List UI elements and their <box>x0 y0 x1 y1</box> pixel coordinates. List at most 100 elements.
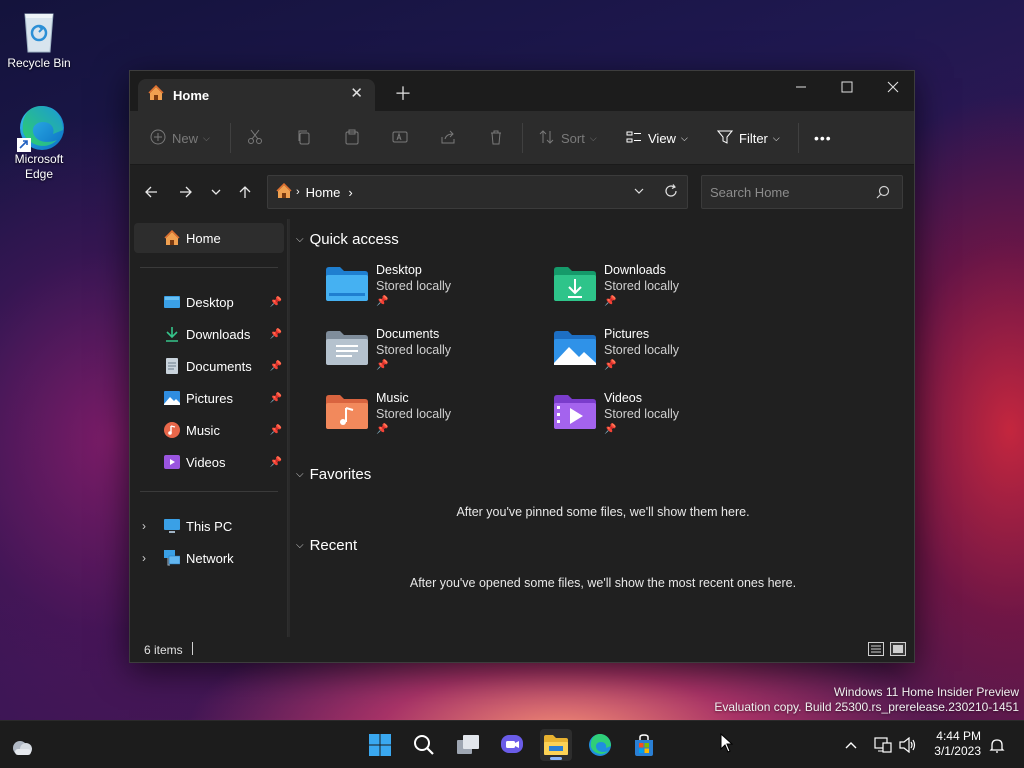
paste-button[interactable] <box>344 124 360 152</box>
breadcrumb-chevron-icon[interactable]: › <box>348 185 352 200</box>
expand-chevron-icon[interactable]: › <box>142 519 146 533</box>
network-status-icon[interactable] <box>873 735 893 755</box>
item-status: Stored locally <box>604 407 680 421</box>
store-icon[interactable] <box>628 729 660 761</box>
search-box[interactable] <box>701 175 903 209</box>
sidebar-item-videos[interactable]: Videos 📌 <box>134 447 284 477</box>
home-icon <box>276 182 292 202</box>
tiles-view-icon[interactable] <box>890 642 906 656</box>
quick-access-item-pictures[interactable]: Pictures Stored locally 📌 <box>554 327 774 383</box>
sidebar-item-label: Home <box>186 230 221 246</box>
divider <box>140 491 278 492</box>
volume-icon[interactable] <box>898 735 918 755</box>
forward-arrow-icon[interactable] <box>173 179 199 205</box>
sidebar-item-desktop[interactable]: Desktop 📌 <box>134 287 284 317</box>
share-button[interactable] <box>440 124 456 152</box>
chevron-down-icon: ⌵ <box>296 469 304 480</box>
file-explorer-icon[interactable] <box>540 729 572 761</box>
expand-chevron-icon[interactable]: › <box>142 551 146 565</box>
cut-button[interactable] <box>247 124 263 152</box>
sidebar-item-network[interactable]: › Network <box>134 543 284 573</box>
rename-icon <box>392 129 408 148</box>
pin-icon[interactable]: 📌 <box>270 329 282 340</box>
new-label: New <box>172 130 199 146</box>
details-view-icon[interactable] <box>868 642 884 656</box>
notification-center-icon[interactable] <box>987 735 1007 755</box>
sidebar-item-home[interactable]: Home <box>134 223 284 253</box>
pictures-icon <box>164 390 180 406</box>
filter-button[interactable]: Filter ⌵ <box>716 124 780 152</box>
sidebar-item-this-pc[interactable]: › This PC <box>134 511 284 541</box>
start-icon[interactable] <box>364 729 396 761</box>
sidebar-item-label: Downloads <box>186 326 251 342</box>
new-button[interactable]: New ⌵ <box>150 124 210 152</box>
up-arrow-icon[interactable] <box>232 179 258 205</box>
search-icon <box>876 185 890 202</box>
weather-icon[interactable] <box>6 731 38 763</box>
copy-button[interactable] <box>296 124 312 152</box>
quick-access-item-documents[interactable]: Documents Stored locally 📌 <box>326 327 546 383</box>
section-title: Recent <box>309 537 358 554</box>
quick-access-item-videos[interactable]: Videos Stored locally 📌 <box>554 391 774 447</box>
search-icon[interactable] <box>408 729 440 761</box>
back-arrow-icon[interactable] <box>138 179 164 205</box>
item-count: 6 items <box>144 643 183 657</box>
rename-button[interactable] <box>392 124 408 152</box>
quick-access-item-music[interactable]: Music Stored locally 📌 <box>326 391 546 447</box>
breadcrumb-home[interactable]: Home <box>306 185 341 200</box>
show-hidden-icons-chevron-icon[interactable] <box>841 735 861 755</box>
new-tab-plus-icon[interactable]: ＋ <box>394 85 412 103</box>
more-options-button[interactable]: ••• <box>814 124 832 152</box>
minimize-icon[interactable] <box>778 71 824 103</box>
sidebar-item-pictures[interactable]: Pictures 📌 <box>134 383 284 413</box>
sidebar-item-label: Videos <box>186 454 226 470</box>
edge-icon <box>17 104 64 152</box>
title-bar[interactable]: Home ✕ ＋ <box>130 71 914 111</box>
address-row: › Home › <box>130 165 914 219</box>
clock-date: 3/1/2023 <box>934 744 981 758</box>
chat-icon[interactable] <box>496 729 528 761</box>
pin-icon[interactable]: 📌 <box>270 425 282 436</box>
close-window-icon[interactable] <box>870 71 916 103</box>
pin-icon: 📌 <box>376 360 389 371</box>
sidebar-item-music[interactable]: Music 📌 <box>134 415 284 445</box>
clock[interactable]: 4:44 PM 3/1/2023 <box>934 729 981 759</box>
pin-icon[interactable]: 📌 <box>270 361 282 372</box>
favorites-header[interactable]: ⌵ Favorites <box>296 466 371 483</box>
tab-close-icon[interactable]: ✕ <box>350 86 363 102</box>
downloads-icon <box>164 326 180 342</box>
quick-access-item-desktop[interactable]: Desktop Stored locally 📌 <box>326 263 546 319</box>
sidebar-item-downloads[interactable]: Downloads 📌 <box>134 319 284 349</box>
search-input[interactable] <box>710 184 870 200</box>
desktop-icon-microsoft-edge[interactable]: Microsoft Edge <box>1 104 77 182</box>
watermark-line2: Evaluation copy. Build 25300.rs_prerelea… <box>714 700 1019 714</box>
recent-locations-chevron-icon[interactable] <box>203 179 229 205</box>
pin-icon[interactable]: 📌 <box>270 297 282 308</box>
refresh-icon[interactable] <box>664 184 678 201</box>
quick-access-header[interactable]: ⌵ Quick access <box>296 231 399 248</box>
maximize-icon[interactable] <box>824 71 870 103</box>
tab-home[interactable]: Home ✕ <box>138 79 375 111</box>
address-bar[interactable]: › Home › <box>267 175 688 209</box>
status-divider <box>192 642 193 655</box>
view-button[interactable]: View ⌵ <box>626 124 688 152</box>
sort-button[interactable]: Sort ⌵ <box>539 124 597 152</box>
copy-icon <box>296 129 312 148</box>
edge-icon[interactable] <box>584 729 616 761</box>
sort-label: Sort <box>561 130 585 146</box>
chevron-down-icon: ⌵ <box>296 234 304 245</box>
task-view-icon[interactable] <box>452 729 484 761</box>
quick-access-item-downloads[interactable]: Downloads Stored locally 📌 <box>554 263 774 319</box>
desktop-icon-recycle-bin[interactable]: Recycle Bin <box>1 8 77 71</box>
pin-icon[interactable]: 📌 <box>270 393 282 404</box>
divider <box>140 267 278 268</box>
evaluation-watermark: Windows 11 Home Insider Preview Evaluati… <box>714 685 1019 715</box>
recent-header[interactable]: ⌵ Recent <box>296 537 357 554</box>
item-name: Music <box>376 391 409 405</box>
recent-empty-message: After you've opened some files, we'll sh… <box>409 576 797 590</box>
home-icon <box>148 84 164 106</box>
pin-icon[interactable]: 📌 <box>270 457 282 468</box>
address-history-chevron-icon[interactable] <box>633 185 645 200</box>
delete-button[interactable] <box>488 124 504 152</box>
sidebar-item-documents[interactable]: Documents 📌 <box>134 351 284 381</box>
